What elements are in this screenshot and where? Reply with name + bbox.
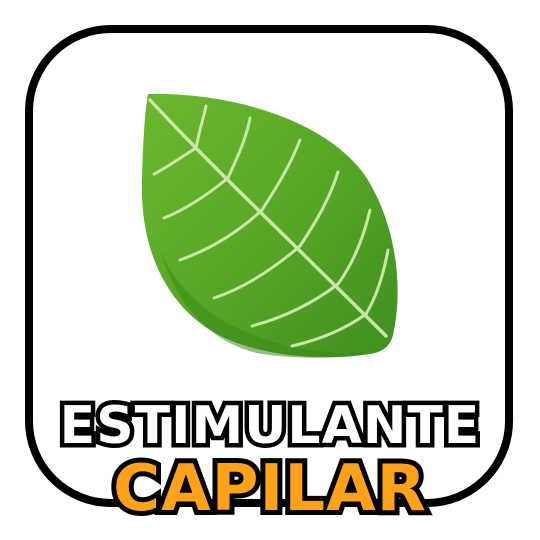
badge-title-line1: ESTIMULANTE [55, 396, 484, 457]
badge-title-line2: CAPILAR [108, 452, 431, 526]
badge: ESTIMULANTE CAPILAR [0, 0, 540, 540]
